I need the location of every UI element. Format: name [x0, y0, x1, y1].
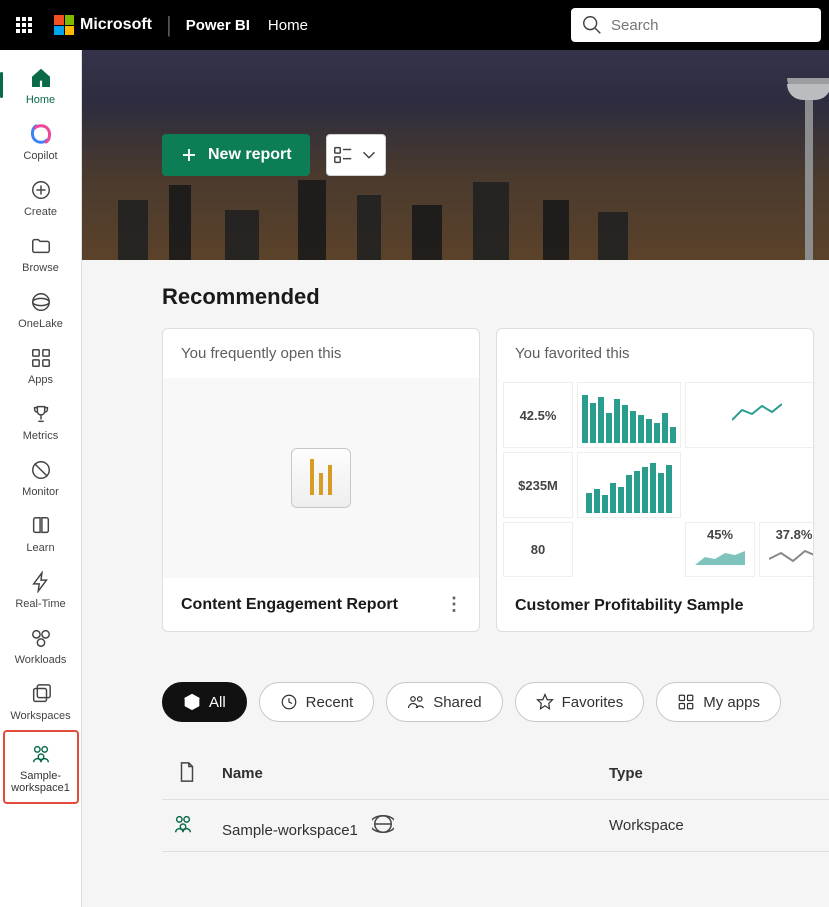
- nav-home[interactable]: Home: [7, 58, 75, 112]
- brand-label: Microsoft: [80, 16, 152, 34]
- star-icon: [536, 693, 554, 711]
- apps-icon: [677, 693, 695, 711]
- search-input[interactable]: [611, 17, 811, 34]
- microsoft-logo: Microsoft: [54, 15, 152, 35]
- card-hint: You frequently open this: [163, 329, 479, 378]
- file-icon: [176, 761, 198, 783]
- nav-browse[interactable]: Browse: [7, 226, 75, 280]
- book-icon: [30, 515, 52, 537]
- cube-icon: [183, 693, 201, 711]
- globe-icon: [372, 822, 394, 839]
- row-name: Sample-workspace1: [222, 822, 358, 839]
- product-label: Power BI: [186, 17, 250, 34]
- card-title: Content Engagement Report: [181, 596, 398, 614]
- workspace-group-icon: [30, 743, 52, 765]
- filter-shared[interactable]: Shared: [386, 682, 502, 722]
- filter-favorites[interactable]: Favorites: [515, 682, 645, 722]
- recommended-card[interactable]: You favorited this 42.5% $235M 80 45% 37…: [496, 328, 814, 632]
- plus-circle-icon: [30, 179, 52, 201]
- onelake-icon: [30, 291, 52, 313]
- report-thumb-icon: [291, 448, 351, 508]
- main-content: New report Recommended You frequently op…: [82, 50, 829, 907]
- recommended-title: Recommended: [162, 284, 829, 310]
- brand-divider: |: [166, 12, 172, 38]
- more-options-icon[interactable]: ⋮: [439, 594, 469, 615]
- people-icon: [407, 693, 425, 711]
- table-head: Name Type: [162, 748, 829, 800]
- card-hint: You favorited this: [497, 329, 813, 378]
- home-icon: [30, 67, 52, 89]
- clock-icon: [280, 693, 298, 711]
- recommended-card[interactable]: You frequently open this Content Engagem…: [162, 328, 480, 632]
- nav-monitor[interactable]: Monitor: [7, 450, 75, 504]
- nav-learn[interactable]: Learn: [7, 506, 75, 560]
- nav-copilot[interactable]: Copilot: [7, 114, 75, 168]
- filter-all[interactable]: All: [162, 682, 247, 722]
- nav-apps[interactable]: Apps: [7, 338, 75, 392]
- nav-metrics[interactable]: Metrics: [7, 394, 75, 448]
- page-crumb: Home: [268, 17, 308, 34]
- folder-icon: [30, 235, 52, 257]
- nav-onelake[interactable]: OneLake: [7, 282, 75, 336]
- left-nav: Home Copilot Create Browse OneLake Apps …: [0, 50, 82, 907]
- layout-switcher-button[interactable]: [326, 134, 386, 176]
- search-wrap: [571, 8, 821, 42]
- content-table: Name Type Sample-workspace1 Workspace: [162, 748, 829, 852]
- search-icon: [581, 14, 603, 36]
- nav-sample-workspace[interactable]: Sample-workspace1: [3, 730, 79, 804]
- chevron-down-icon: [358, 144, 380, 166]
- content-filters: All Recent Shared Favorites My apps: [162, 682, 829, 722]
- nav-realtime[interactable]: Real-Time: [7, 562, 75, 616]
- workspace-group-icon: [172, 813, 194, 835]
- nav-workspaces[interactable]: Workspaces: [7, 674, 75, 728]
- new-report-button[interactable]: New report: [162, 134, 310, 176]
- app-launcher-icon[interactable]: [8, 9, 40, 41]
- dashboard-preview: 42.5% $235M 80 45% 37.8%: [503, 382, 807, 577]
- monitor-icon: [30, 459, 52, 481]
- bolt-icon: [30, 571, 52, 593]
- col-type[interactable]: Type: [609, 765, 809, 782]
- apps-icon: [30, 347, 52, 369]
- row-type: Workspace: [609, 817, 809, 834]
- col-name[interactable]: Name: [222, 765, 609, 782]
- top-bar: Microsoft | Power BI Home: [0, 0, 829, 50]
- microsoft-logo-icon: [54, 15, 74, 35]
- filter-myapps[interactable]: My apps: [656, 682, 781, 722]
- nav-workloads[interactable]: Workloads: [7, 618, 75, 672]
- layout-icon: [332, 144, 354, 166]
- table-row[interactable]: Sample-workspace1 Workspace: [162, 800, 829, 852]
- search-box[interactable]: [571, 8, 821, 42]
- copilot-icon: [27, 120, 55, 148]
- nav-create[interactable]: Create: [7, 170, 75, 224]
- recommended-section: Recommended You frequently open this Con…: [82, 260, 829, 852]
- workloads-icon: [30, 627, 52, 649]
- plus-icon: [180, 146, 198, 164]
- hero-banner: New report: [82, 50, 829, 260]
- hero-tower-art: [779, 60, 829, 260]
- filter-recent[interactable]: Recent: [259, 682, 375, 722]
- card-title: Customer Profitability Sample: [515, 597, 744, 615]
- workspaces-icon: [30, 683, 52, 705]
- trophy-icon: [30, 403, 52, 425]
